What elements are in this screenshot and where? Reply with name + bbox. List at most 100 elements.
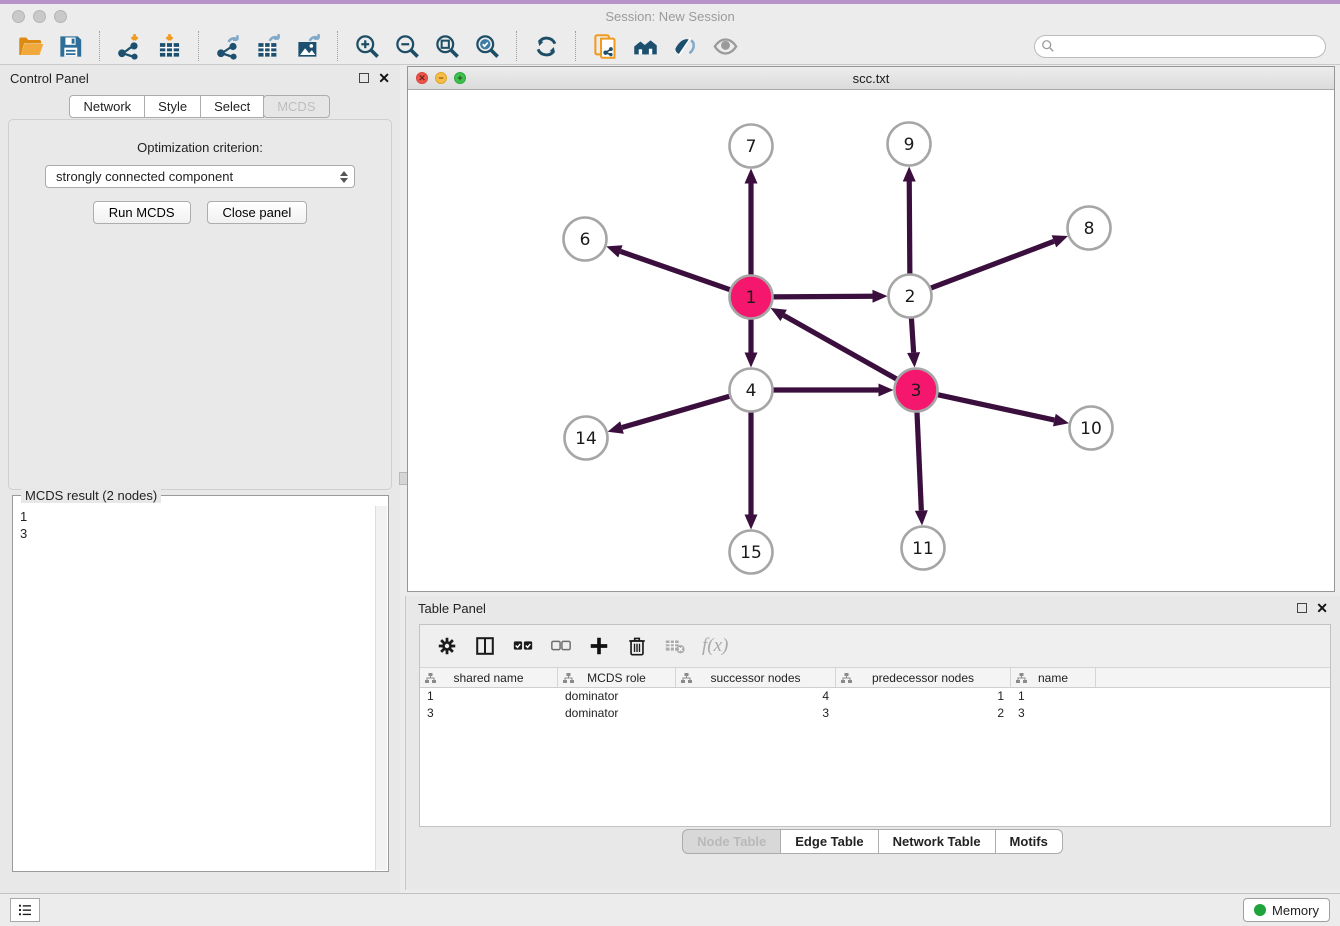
open-file-button[interactable] bbox=[15, 31, 45, 61]
import-table-icon bbox=[156, 33, 183, 60]
graph-edge-4-14[interactable] bbox=[622, 396, 730, 428]
table-cell[interactable]: 1 bbox=[1011, 688, 1096, 705]
graph-edge-arrowhead bbox=[879, 384, 894, 397]
delete-column-button[interactable] bbox=[623, 632, 651, 660]
network-window-titlebar[interactable]: ✕ − + scc.txt bbox=[408, 67, 1334, 90]
graph-edge-arrowhead bbox=[745, 169, 758, 184]
app-titlebar: Session: New Session bbox=[0, 4, 1340, 28]
table-row[interactable]: 1dominator411 bbox=[420, 688, 1330, 705]
eye-button[interactable] bbox=[710, 31, 740, 61]
select-all-button[interactable] bbox=[509, 632, 537, 660]
zoom-selected-button[interactable] bbox=[472, 31, 502, 61]
tab-style[interactable]: Style bbox=[144, 95, 201, 118]
task-history-button[interactable] bbox=[10, 898, 40, 922]
tab-network-table[interactable]: Network Table bbox=[878, 829, 996, 854]
home-button[interactable] bbox=[630, 31, 660, 61]
column-header-shared-name[interactable]: shared name bbox=[420, 668, 558, 687]
network-window-title: scc.txt bbox=[408, 71, 1334, 86]
column-header-predecessor-nodes[interactable]: predecessor nodes bbox=[836, 668, 1011, 687]
close-panel-button[interactable]: Close panel bbox=[207, 201, 308, 224]
tab-motifs[interactable]: Motifs bbox=[995, 829, 1063, 854]
table-body: 1dominator4113dominator323 bbox=[420, 688, 1330, 722]
zoom-selected-icon bbox=[474, 33, 501, 60]
table-cell[interactable]: dominator bbox=[558, 705, 676, 722]
close-panel-icon[interactable]: ✕ bbox=[1316, 603, 1328, 613]
network-file-icon bbox=[592, 33, 619, 60]
table-cell[interactable]: 1 bbox=[420, 688, 558, 705]
deselect-all-icon bbox=[550, 635, 572, 657]
column-sort-icon bbox=[563, 673, 574, 684]
table-cell[interactable]: 3 bbox=[420, 705, 558, 722]
toolbar-separator bbox=[337, 31, 338, 61]
save-session-button[interactable] bbox=[55, 31, 85, 61]
column-header-label: MCDS role bbox=[587, 671, 646, 685]
zoom-fit-icon bbox=[434, 33, 461, 60]
run-mcds-button[interactable]: Run MCDS bbox=[93, 201, 191, 224]
tab-network[interactable]: Network bbox=[69, 95, 145, 118]
graph-node-label: 10 bbox=[1080, 419, 1102, 439]
criterion-select[interactable]: strongly connected component bbox=[45, 165, 355, 188]
deselect-all-button[interactable] bbox=[547, 632, 575, 660]
add-column-button[interactable] bbox=[585, 632, 613, 660]
export-image-button[interactable] bbox=[293, 31, 323, 61]
memory-button[interactable]: Memory bbox=[1243, 898, 1330, 922]
close-panel-icon[interactable]: ✕ bbox=[378, 73, 390, 83]
column-header-successor-nodes[interactable]: successor nodes bbox=[676, 668, 836, 687]
table-cell[interactable]: 4 bbox=[676, 688, 836, 705]
search-input[interactable] bbox=[1034, 35, 1326, 58]
graph-edge-arrowhead bbox=[745, 353, 758, 368]
show-columns-button[interactable] bbox=[471, 632, 499, 660]
graph-edge-2-8[interactable] bbox=[930, 241, 1054, 288]
tab-select[interactable]: Select bbox=[200, 95, 264, 118]
export-network-button[interactable] bbox=[213, 31, 243, 61]
result-scrollbar[interactable] bbox=[375, 506, 387, 870]
node-table-container: f(x) shared nameMCDS rolesuccessor nodes… bbox=[419, 624, 1331, 827]
refresh-button[interactable] bbox=[531, 31, 561, 61]
graph-edge-2-9[interactable] bbox=[909, 181, 910, 274]
column-header-name[interactable]: name bbox=[1011, 668, 1096, 687]
graph-edge-3-11[interactable] bbox=[917, 411, 921, 510]
graph-node-label: 2 bbox=[905, 287, 916, 307]
import-network-icon bbox=[116, 33, 143, 60]
zoom-in-button[interactable] bbox=[352, 31, 382, 61]
table-header-row: shared name MCDS role successor nodesprede… bbox=[420, 667, 1330, 688]
table-settings-button[interactable] bbox=[433, 632, 461, 660]
graph-edge-1-6[interactable] bbox=[620, 251, 730, 290]
graph-node-label: 6 bbox=[580, 230, 591, 250]
float-panel-icon[interactable] bbox=[1297, 603, 1307, 613]
graph-edge-1-2[interactable] bbox=[772, 296, 872, 297]
open-folder-icon bbox=[17, 33, 44, 60]
zoom-out-button[interactable] bbox=[392, 31, 422, 61]
table-cell[interactable]: 1 bbox=[836, 688, 1011, 705]
import-network-button[interactable] bbox=[114, 31, 144, 61]
table-cell[interactable]: 3 bbox=[676, 705, 836, 722]
table-cell[interactable]: 3 bbox=[1011, 705, 1096, 722]
graph-node-label: 9 bbox=[904, 135, 915, 155]
graph-edge-3-10[interactable] bbox=[937, 395, 1054, 420]
import-table-button[interactable] bbox=[154, 31, 184, 61]
export-table-button[interactable] bbox=[253, 31, 283, 61]
tab-edge-table[interactable]: Edge Table bbox=[780, 829, 878, 854]
control-panel-tabs: NetworkStyleSelectMCDS bbox=[0, 95, 400, 118]
column-header-MCDS-role[interactable]: MCDS role bbox=[558, 668, 676, 687]
tab-node-table[interactable]: Node Table bbox=[682, 829, 781, 854]
mcds-panel: Optimization criterion: strongly connect… bbox=[8, 119, 392, 490]
table-cell[interactable]: 2 bbox=[836, 705, 1011, 722]
main-toolbar bbox=[0, 28, 1340, 65]
graph-edge-arrowhead bbox=[745, 515, 758, 530]
float-panel-icon[interactable] bbox=[359, 73, 369, 83]
zoom-fit-button[interactable] bbox=[432, 31, 462, 61]
export-image-icon bbox=[295, 33, 322, 60]
search-icon bbox=[1041, 39, 1055, 53]
network-canvas[interactable]: 7968124314101511 bbox=[408, 90, 1334, 591]
graph-edge-2-3[interactable] bbox=[911, 317, 913, 352]
style-button[interactable] bbox=[670, 31, 700, 61]
column-sort-icon bbox=[1016, 673, 1027, 684]
graph-edge-arrowhead bbox=[915, 510, 928, 525]
table-cell[interactable]: dominator bbox=[558, 688, 676, 705]
tab-mcds[interactable]: MCDS bbox=[263, 95, 329, 118]
network-file-button[interactable] bbox=[590, 31, 620, 61]
table-row[interactable]: 3dominator323 bbox=[420, 705, 1330, 722]
graph-edge-3-1[interactable] bbox=[784, 315, 898, 379]
optimization-criterion-label: Optimization criterion: bbox=[9, 140, 391, 155]
